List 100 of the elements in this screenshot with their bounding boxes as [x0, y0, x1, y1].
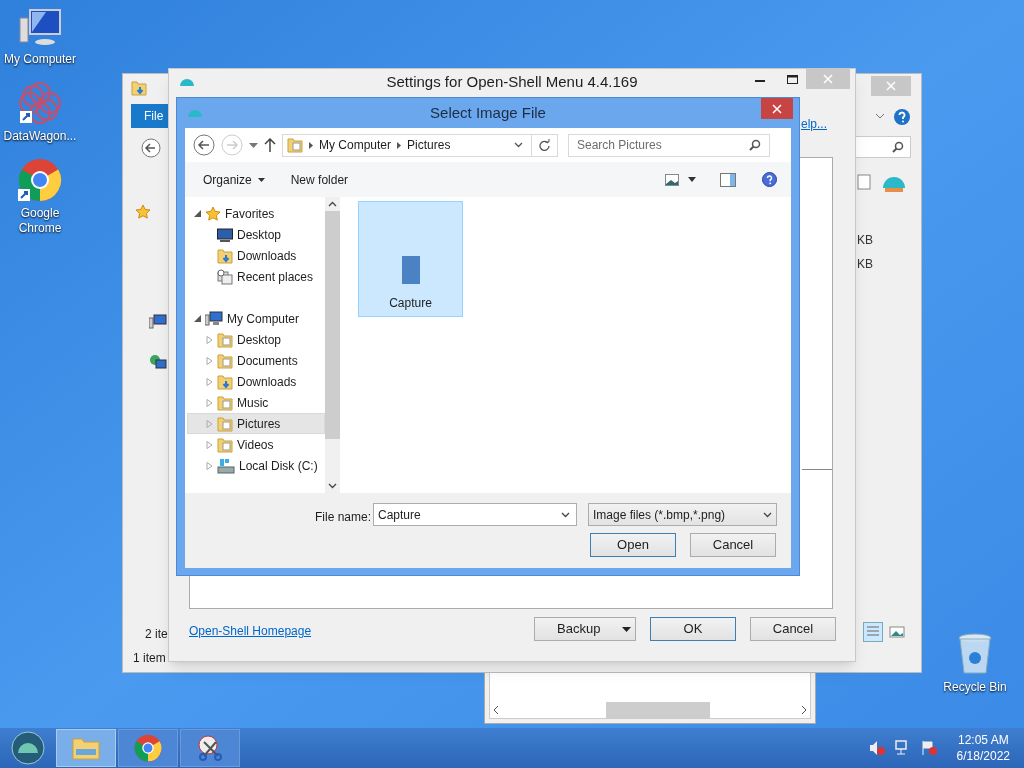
- volume-muted-icon[interactable]: [868, 740, 885, 756]
- folder-icon: [217, 331, 233, 348]
- disk-icon: [217, 457, 235, 474]
- close-icon: [772, 103, 782, 114]
- recent-places-icon: [217, 268, 233, 285]
- preview-pane-icon[interactable]: [720, 172, 736, 187]
- ribbon-file-tab[interactable]: File: [131, 104, 168, 128]
- nav-tree-item[interactable]: Documents: [187, 350, 325, 371]
- chrome-icon: [18, 158, 62, 202]
- downloads-folder-icon: [217, 373, 233, 390]
- breadcrumb-arrow-icon[interactable]: [309, 141, 313, 149]
- recycle-bin-icon: [957, 632, 993, 676]
- dialog-button[interactable]: OK: [650, 617, 736, 641]
- computer-icon: [205, 310, 223, 327]
- nav-tree-item[interactable]: Desktop: [187, 329, 325, 350]
- expanded-arrow-icon[interactable]: [194, 315, 201, 322]
- image-file-icon: [401, 256, 420, 284]
- folder-icon: [287, 137, 303, 153]
- dialog-title: Select Image File: [430, 102, 546, 123]
- scroll-down-icon[interactable]: [328, 483, 337, 489]
- clock-date[interactable]: 6/18/2022: [956, 748, 1010, 764]
- close-icon: [823, 74, 833, 84]
- nav-tree-item[interactable]: Videos: [187, 434, 325, 455]
- flag-icon[interactable]: [920, 740, 937, 756]
- network-icon: [149, 354, 167, 372]
- taskbar-app-button[interactable]: [118, 729, 178, 767]
- desktop-icon-label[interactable]: DataWagon...: [3, 129, 77, 144]
- search-icon: [749, 139, 761, 151]
- desktop-icon-label[interactable]: Google Chrome: [0, 206, 80, 236]
- back-icon[interactable]: [193, 134, 215, 156]
- downloads-folder-icon: [217, 247, 233, 264]
- search-field[interactable]: [853, 136, 911, 158]
- dialog-button[interactable]: Cancel: [690, 533, 776, 557]
- help-icon[interactable]: [762, 172, 777, 187]
- homepage-link[interactable]: Open-Shell Homepage: [189, 622, 312, 640]
- downloads-folder-icon: [131, 80, 147, 96]
- desktop-icon-label[interactable]: My Computer: [4, 52, 76, 67]
- minimize-icon: [755, 80, 765, 82]
- folder-icon: [217, 394, 233, 411]
- maximize-icon: [786, 74, 798, 84]
- nav-tree-item[interactable]: Recent places: [187, 266, 325, 287]
- nav-tree-item[interactable]: Downloads: [187, 245, 325, 266]
- nav-tree-item[interactable]: Pictures: [187, 413, 325, 434]
- view-picture-icon[interactable]: [665, 173, 679, 186]
- caret-icon: [622, 627, 631, 632]
- chevron-down-icon[interactable]: [514, 142, 523, 148]
- file-type-dropdown[interactable]: Image files (*.bmp,*.png): [588, 503, 777, 526]
- nav-tree-item[interactable]: My Computer: [187, 308, 325, 329]
- scroll-up-icon[interactable]: [328, 201, 337, 207]
- search-icon: [892, 141, 904, 153]
- breadcrumb-item[interactable]: My Computer: [319, 136, 392, 154]
- expanded-arrow-icon[interactable]: [194, 210, 201, 217]
- refresh-icon[interactable]: [539, 139, 550, 151]
- nav-tree-item[interactable]: Music: [187, 392, 325, 413]
- backup-split-button[interactable]: Backup: [534, 617, 636, 641]
- chrome-icon: [134, 734, 162, 762]
- breadcrumb-item[interactable]: Pictures: [407, 136, 451, 154]
- caret-icon: [257, 177, 265, 182]
- star-icon: [135, 204, 151, 220]
- scrollbar-thumb[interactable]: [606, 702, 710, 718]
- star-icon: [205, 205, 221, 222]
- status-bar-text: 1 item: [133, 650, 166, 667]
- dialog-button[interactable]: Cancel: [750, 617, 836, 641]
- shell-icon: [11, 731, 45, 765]
- computer-icon: [18, 8, 62, 48]
- maximize-button[interactable]: [785, 72, 799, 86]
- file-size-text: KB: [857, 232, 873, 249]
- folder-icon: [217, 415, 233, 432]
- toolbar-button[interactable]: New folder: [282, 167, 357, 192]
- close-button[interactable]: [761, 98, 793, 119]
- window-title: Settings for Open-Shell Menu 4.4.169: [386, 71, 638, 92]
- back-icon[interactable]: [141, 138, 161, 158]
- nav-tree-item[interactable]: Desktop: [187, 224, 325, 245]
- item-count-text: 2 ite: [145, 626, 168, 643]
- help-link[interactable]: elp...: [801, 115, 827, 133]
- scrollbar-thumb[interactable]: [325, 211, 340, 439]
- folder-icon: [217, 352, 233, 369]
- search-field[interactable]: Search Pictures: [568, 133, 770, 157]
- file-size-text: KB: [857, 256, 873, 273]
- nav-tree-item[interactable]: Downloads: [187, 371, 325, 392]
- flower-pattern-icon: [18, 81, 62, 125]
- caret-icon[interactable]: [688, 177, 696, 182]
- chevron-down-icon[interactable]: [561, 511, 570, 518]
- file-name-field[interactable]: Capture: [373, 503, 577, 526]
- file-name-label: File name:: [315, 509, 372, 526]
- dialog-button[interactable]: Open: [590, 533, 676, 557]
- file-tile[interactable]: Capture: [358, 201, 463, 317]
- clock-time[interactable]: 12:05 AM: [957, 732, 1009, 748]
- toolbar-button[interactable]: Organize: [195, 167, 273, 192]
- taskbar-app-button[interactable]: [180, 729, 240, 767]
- help-icon[interactable]: [893, 108, 911, 126]
- up-arrow-icon[interactable]: [264, 138, 276, 152]
- nav-tree-item[interactable]: Favorites: [187, 203, 325, 224]
- close-icon: [886, 81, 896, 91]
- folder-icon: [217, 436, 233, 453]
- address-bar[interactable]: My Computer Pictures: [282, 133, 558, 157]
- breadcrumb-arrow-icon[interactable]: [397, 141, 402, 149]
- nav-tree-item[interactable]: Local Disk (C:): [187, 455, 325, 476]
- folder-icon: [72, 736, 100, 760]
- monitor-icon: [217, 227, 233, 242]
